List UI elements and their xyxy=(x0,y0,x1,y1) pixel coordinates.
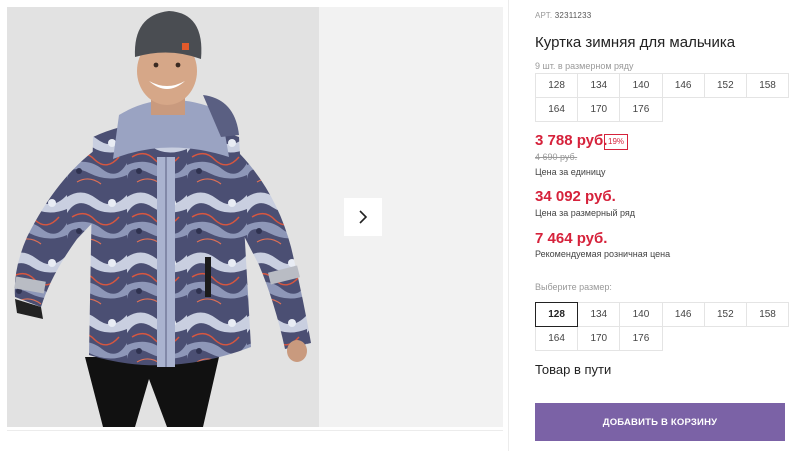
size-option[interactable]: 152 xyxy=(703,302,747,327)
gallery-bottom-line xyxy=(7,430,503,431)
pack-size-cell: 128 xyxy=(535,73,579,98)
size-option[interactable]: 170 xyxy=(577,326,621,351)
retail-price-caption: Рекомендуемая розничная цена xyxy=(535,249,671,259)
pack-size-cell: 176 xyxy=(619,97,663,122)
size-option[interactable]: 140 xyxy=(619,302,663,327)
size-option[interactable]: 176 xyxy=(619,326,663,351)
pack-price: 34 092 руб. xyxy=(535,188,616,205)
retail-price: 7 464 руб. xyxy=(535,230,608,247)
choose-size-label: Выберите размер: xyxy=(535,282,612,292)
size-selector: 128 134 140 146 152 158 164 170 176 xyxy=(535,302,790,351)
product-photo[interactable] xyxy=(7,7,319,427)
pack-size-cell: 134 xyxy=(577,73,621,98)
pack-price-caption: Цена за размерный ряд xyxy=(535,208,636,218)
pack-size-cell: 146 xyxy=(661,73,705,98)
product-info-panel: АРТ. 32311233 Куртка зимняя для мальчика… xyxy=(535,0,790,451)
pack-size-label: 9 шт. в размерном ряду xyxy=(535,61,634,71)
unit-price-caption: Цена за единицу xyxy=(535,167,606,177)
availability-status: Товар в пути xyxy=(535,362,612,377)
size-option-selected[interactable]: 128 xyxy=(535,302,579,327)
old-price: 4 690 руб. xyxy=(535,152,578,162)
next-photo-button[interactable] xyxy=(344,198,382,236)
unit-price: 3 788 руб. xyxy=(535,132,608,149)
pack-size-cell: 152 xyxy=(703,73,747,98)
size-option[interactable]: 134 xyxy=(577,302,621,327)
panel-divider xyxy=(508,0,509,451)
product-title: Куртка зимняя для мальчика xyxy=(535,34,736,51)
pack-size-cell: 170 xyxy=(577,97,621,122)
product-gallery xyxy=(0,0,508,430)
pack-size-cell: 140 xyxy=(619,73,663,98)
size-option[interactable]: 146 xyxy=(661,302,705,327)
size-option[interactable]: 158 xyxy=(745,302,790,327)
sku-value: 32311233 xyxy=(554,11,592,20)
pack-size-cell: 158 xyxy=(745,73,790,98)
sku-line: АРТ. 32311233 xyxy=(535,11,591,20)
size-option[interactable]: 164 xyxy=(535,326,579,351)
discount-badge: 19% xyxy=(604,134,629,150)
chevron-right-icon xyxy=(359,210,368,224)
pack-size-grid: 128 134 140 146 152 158 164 170 176 xyxy=(535,73,790,122)
boy-in-winter-jacket-image xyxy=(7,7,319,427)
add-to-cart-button[interactable]: ДОБАВИТЬ В КОРЗИНУ xyxy=(535,403,785,441)
sku-label: АРТ. xyxy=(535,11,553,20)
pack-size-cell: 164 xyxy=(535,97,579,122)
